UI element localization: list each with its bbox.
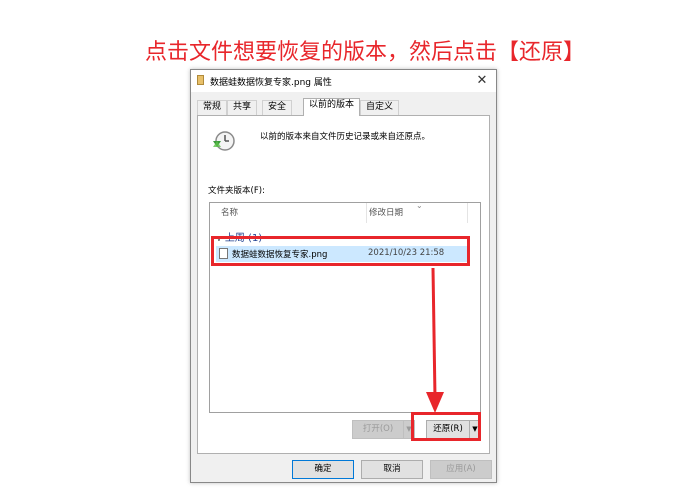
tab-general[interactable]: 常规: [197, 100, 228, 115]
restore-button-highlight-box: [411, 412, 481, 441]
instruction-caption: 点击文件想要恢复的版本，然后点击【还原】: [144, 40, 585, 65]
dialog-title: 数据蛙数据恢复专家.png 属性: [210, 78, 332, 88]
open-button[interactable]: 打开(O): [352, 420, 404, 439]
tab-previous-versions[interactable]: 以前的版本: [303, 98, 361, 116]
tab-sharing[interactable]: 共享: [227, 100, 258, 115]
tab-security[interactable]: 安全: [262, 100, 293, 115]
file-icon: [197, 75, 204, 85]
file-row-highlight-box: [211, 236, 470, 266]
pointer-arrow-icon: [426, 267, 444, 413]
dialog-titlebar: 数据蛙数据恢复专家.png 属性 ✕: [191, 70, 496, 92]
column-header-date[interactable]: 修改日期: [369, 203, 403, 223]
folder-versions-label: 文件夹版本(F):: [208, 186, 265, 196]
previous-versions-description: 以前的版本来自文件历史记录或来自还原点。: [260, 132, 431, 142]
ok-button[interactable]: 确定: [292, 460, 354, 479]
tab-customize[interactable]: 自定义: [360, 100, 400, 115]
restore-clock-icon: [213, 131, 235, 151]
column-separator: [467, 203, 468, 223]
close-button[interactable]: ✕: [472, 71, 492, 91]
sort-chevron-icon: ⌄: [416, 201, 423, 210]
column-header-name[interactable]: 名称: [221, 203, 238, 223]
column-separator: [366, 203, 367, 223]
cancel-button[interactable]: 取消: [361, 460, 423, 479]
apply-button[interactable]: 应用(A): [430, 460, 492, 479]
